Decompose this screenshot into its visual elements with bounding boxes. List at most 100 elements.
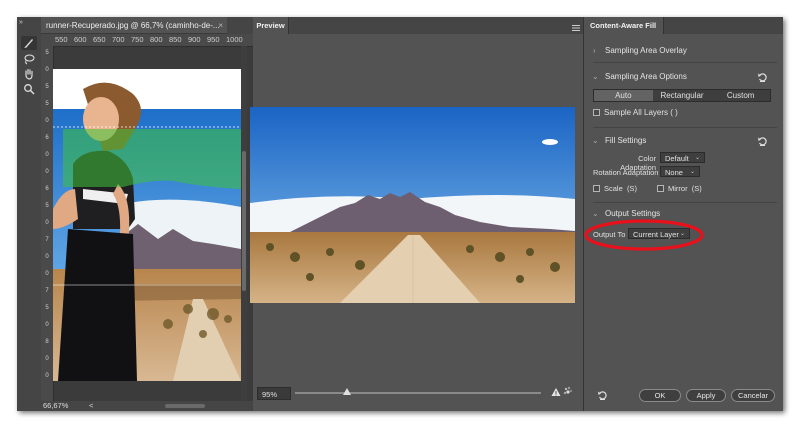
- section-sampling-overlay[interactable]: Sampling Area Overlay: [605, 46, 687, 55]
- ruler-tick-label: 7: [45, 288, 49, 294]
- ruler-corner: [41, 34, 53, 46]
- document-tab[interactable]: runner-Recuperado.jpg @ 66,7% (caminho-d…: [41, 17, 227, 34]
- rotation-adaptation-select[interactable]: None ⌄: [660, 166, 700, 177]
- scroll-left-arrow[interactable]: <: [89, 401, 93, 410]
- ruler-tick-label: 5: [45, 84, 49, 90]
- sample-all-layers-shortcut: ( ): [670, 108, 678, 117]
- mirror-checkbox[interactable]: [657, 185, 664, 192]
- zoom-status: 66,67%: [43, 401, 69, 410]
- chevron-down-icon: ⌄: [694, 155, 700, 161]
- ruler-tick-label: 700: [112, 35, 125, 44]
- chevron-right-icon[interactable]: ›: [593, 46, 596, 55]
- tools-panel: [17, 34, 42, 411]
- preview-zoom-slider[interactable]: [295, 392, 541, 394]
- zoom-tool-button[interactable]: [21, 82, 37, 96]
- photoshop-window: » runner-Recuperado.jpg @ 66,7% (caminho…: [17, 17, 783, 411]
- reset-icon[interactable]: [757, 72, 768, 83]
- ruler-tick-label: 950: [207, 35, 220, 44]
- ruler-tick-label: 900: [188, 35, 201, 44]
- segment-auto[interactable]: Auto: [594, 90, 653, 101]
- ruler-tick-label: 650: [93, 35, 106, 44]
- mirror-label: Mirror (S): [668, 184, 702, 193]
- sample-all-layers-checkbox[interactable]: [593, 109, 600, 116]
- preview-header: [253, 17, 583, 34]
- mirror-text: Mirror: [668, 184, 688, 193]
- rotation-adaptation-label: Rotation Adaptation: [593, 168, 659, 177]
- chevron-down-icon[interactable]: ⌄: [592, 136, 599, 145]
- scale-text: Scale: [604, 184, 623, 193]
- reset-icon[interactable]: [757, 136, 768, 147]
- mirror-shortcut: (S): [691, 184, 702, 193]
- ruler-tick-label: 0: [45, 118, 49, 124]
- lasso-icon: [24, 54, 35, 65]
- sampling-mode-segmented[interactable]: Auto Rectangular Custom: [593, 89, 771, 102]
- hand-tool-button[interactable]: [21, 67, 37, 81]
- ruler-tick-label: 0: [45, 67, 49, 73]
- ruler-tick-label: 6: [45, 135, 49, 141]
- desert-road-photo: [250, 107, 575, 303]
- document-status-bar: 66,67% <: [41, 401, 253, 411]
- brush-tool-button[interactable]: [21, 36, 37, 50]
- reset-all-icon[interactable]: [597, 390, 608, 401]
- ruler-tick-label: 550: [55, 35, 68, 44]
- hand-icon: [25, 68, 33, 80]
- ruler-tick-label: 5: [45, 101, 49, 107]
- preview-zoom-input[interactable]: 95%: [257, 387, 291, 400]
- divider: [593, 62, 777, 63]
- horizontal-ruler: 550 600 650 700 750 800 850 900 950 1000: [53, 34, 253, 47]
- panel-header-filler: [687, 17, 783, 34]
- collapse-toolbar-icon[interactable]: »: [19, 19, 23, 26]
- scale-shortcut: (S): [626, 184, 637, 193]
- ruler-tick-label: 5: [45, 50, 49, 56]
- section-fill-settings[interactable]: Fill Settings: [605, 136, 646, 145]
- preview-image: [250, 107, 575, 303]
- document-vertical-scrollbar[interactable]: [241, 46, 247, 401]
- ruler-tick-label: 8: [45, 339, 49, 345]
- ruler-tick-label: 0: [45, 220, 49, 226]
- brush-icon: [24, 39, 33, 48]
- color-adaptation-select[interactable]: Default ⌄: [660, 152, 705, 163]
- close-icon[interactable]: ×: [218, 17, 223, 33]
- ruler-tick-label: 850: [169, 35, 182, 44]
- ruler-tick-label: 0: [45, 322, 49, 328]
- sample-all-layers-label: Sample All Layers ( ): [604, 108, 678, 117]
- divider: [593, 127, 777, 128]
- lasso-tool-button[interactable]: [21, 52, 37, 66]
- horizontal-scroll-thumb[interactable]: [165, 404, 205, 408]
- ruler-tick-label: 6: [45, 186, 49, 192]
- color-adaptation-value: Default: [665, 154, 689, 163]
- zoom-icon: [24, 84, 35, 95]
- ruler-tick-label: 0: [45, 169, 49, 175]
- scale-checkbox[interactable]: [593, 185, 600, 192]
- scroll-thumb[interactable]: [242, 151, 246, 291]
- scale-label: Scale (S): [604, 184, 637, 193]
- segment-custom[interactable]: Custom: [711, 90, 770, 101]
- tab-content-aware-fill[interactable]: Content-Aware Fill: [584, 17, 664, 34]
- panel-menu-icon[interactable]: [572, 24, 580, 31]
- chevron-down-icon[interactable]: ⌄: [592, 72, 599, 81]
- runner-photo: [53, 69, 241, 381]
- ruler-tick-label: 0: [45, 373, 49, 379]
- ruler-tick-label: 5: [45, 203, 49, 209]
- ruler-tick-label: 5: [45, 305, 49, 311]
- rotation-adaptation-value: None: [665, 168, 683, 177]
- render-progress-icon: [563, 385, 573, 397]
- ruler-tick-label: 0: [45, 271, 49, 277]
- tab-preview[interactable]: Preview: [253, 17, 289, 34]
- ruler-tick-label: 800: [150, 35, 163, 44]
- ruler-tick-label: 1000: [226, 35, 243, 44]
- apply-button[interactable]: Apply: [686, 389, 726, 402]
- ruler-tick-label: 7: [45, 237, 49, 243]
- ruler-tick-label: 0: [45, 356, 49, 362]
- document-image[interactable]: [53, 69, 241, 381]
- divider: [593, 202, 777, 203]
- ruler-tick-label: 600: [74, 35, 87, 44]
- ruler-tick-label: 0: [45, 254, 49, 260]
- cancel-button[interactable]: Cancelar: [731, 389, 775, 402]
- sample-all-layers-text: Sample All Layers: [604, 108, 669, 117]
- section-sampling-options[interactable]: Sampling Area Options: [605, 72, 687, 81]
- preview-zoom-slider-thumb[interactable]: [342, 388, 351, 395]
- ok-button[interactable]: OK: [639, 389, 681, 402]
- segment-rectangular[interactable]: Rectangular: [653, 90, 712, 101]
- ruler-tick-label: 750: [131, 35, 144, 44]
